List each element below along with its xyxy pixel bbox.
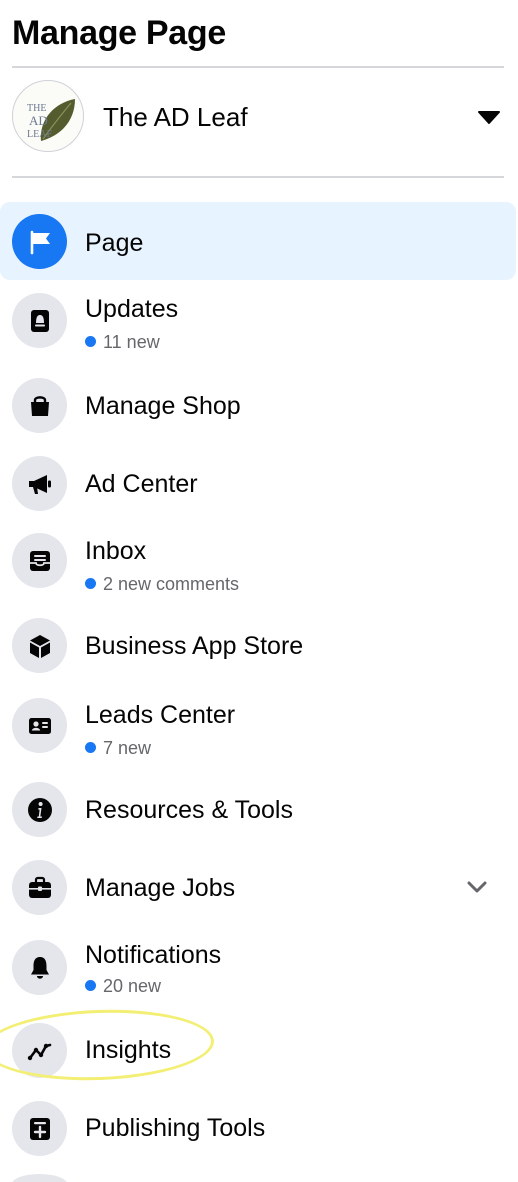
- unread-dot: [85, 742, 96, 753]
- new-notifications-badge: 20 new: [85, 976, 161, 997]
- new-count-badge: 11 new: [85, 332, 160, 353]
- menu-item-label: Ad Center: [85, 470, 198, 498]
- unread-dot: [85, 578, 96, 589]
- inbox-icon: [12, 533, 67, 588]
- page-title: Manage Page: [12, 14, 226, 52]
- menu-item-publishing-tools[interactable]: Publishing Tools: [0, 1096, 516, 1166]
- menu-item-updates[interactable]: Updates 11 new: [0, 284, 516, 360]
- menu-item-label: Notifications: [85, 941, 222, 969]
- page-name: The AD Leaf: [103, 102, 248, 132]
- id-card-icon: [12, 698, 67, 753]
- shopping-bag-icon: [12, 378, 67, 433]
- info-icon: [12, 782, 67, 837]
- menu-item-manage-jobs[interactable]: Manage Jobs: [0, 852, 516, 922]
- menu-item-business-app-store[interactable]: Business App Store: [0, 610, 516, 680]
- menu-item-label: Leads Center: [85, 701, 236, 729]
- svg-text:LEAF: LEAF: [27, 129, 52, 140]
- next-menu-icon-partial: [12, 1174, 67, 1182]
- caret-down-icon[interactable]: [478, 109, 500, 125]
- menu-item-label: Manage Shop: [85, 392, 241, 420]
- menu-item-insights[interactable]: Insights: [0, 1018, 516, 1088]
- leaf-logo-icon: THE AD LEAF: [27, 99, 75, 141]
- new-comments-badge: 2 new comments: [85, 574, 239, 595]
- divider: [12, 66, 504, 68]
- menu-item-ad-center[interactable]: Ad Center: [0, 448, 516, 518]
- menu-item-label: Resources & Tools: [85, 796, 293, 824]
- chevron-down-icon[interactable]: [466, 880, 488, 894]
- menu-item-page[interactable]: Page: [0, 202, 516, 280]
- publishing-tools-icon: [12, 1101, 67, 1156]
- new-leads-badge: 7 new: [85, 738, 151, 759]
- insights-icon: [12, 1023, 67, 1078]
- menu-item-label: Inbox: [85, 537, 147, 565]
- svg-text:AD: AD: [29, 113, 48, 128]
- menu-item-manage-shop[interactable]: Manage Shop: [0, 370, 516, 440]
- bell-icon: [12, 940, 67, 995]
- menu-item-label: Updates: [85, 295, 179, 323]
- page-avatar: THE AD LEAF: [12, 80, 84, 152]
- menu-item-notifications[interactable]: Notifications 20 new: [0, 932, 516, 1008]
- unread-dot: [85, 336, 96, 347]
- menu-item-leads-center[interactable]: Leads Center 7 new: [0, 690, 516, 766]
- page-switcher[interactable]: THE AD LEAF The AD Leaf: [0, 78, 518, 156]
- menu-item-label: Insights: [85, 1036, 172, 1064]
- updates-icon: [12, 293, 67, 348]
- menu-item-resources-tools[interactable]: Resources & Tools: [0, 774, 516, 844]
- menu-item-label: Publishing Tools: [85, 1114, 266, 1142]
- unread-dot: [85, 980, 96, 991]
- megaphone-icon: [12, 456, 67, 511]
- briefcase-icon: [12, 860, 67, 915]
- menu-item-inbox[interactable]: Inbox 2 new comments: [0, 524, 516, 600]
- menu-item-label: Manage Jobs: [85, 874, 236, 902]
- cube-icon: [12, 618, 67, 673]
- menu-item-label: Business App Store: [85, 632, 304, 660]
- flag-icon: [12, 214, 67, 269]
- divider: [12, 176, 504, 178]
- menu-item-label: Page: [85, 229, 144, 257]
